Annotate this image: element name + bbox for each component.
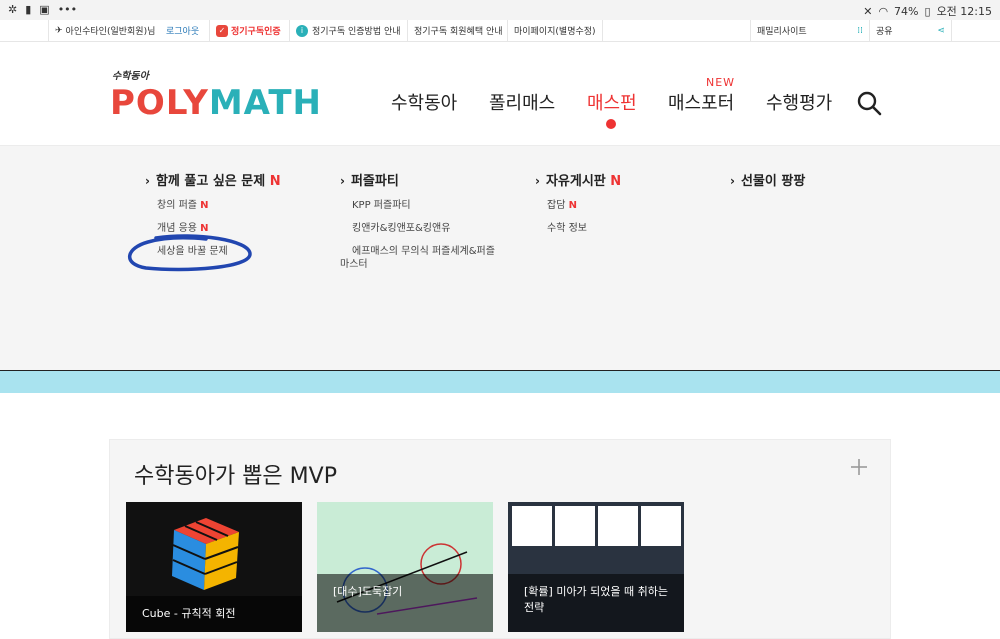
- mvp-card-caption: [확률] 미아가 되었을 때 취하는 전략: [508, 574, 684, 632]
- thumbnail-tile: [512, 506, 552, 546]
- share-button[interactable]: 공유 ⋖: [870, 20, 952, 41]
- handdrawn-circle-annotation: [128, 234, 252, 272]
- mvp-card-thief[interactable]: [대수]도둑잡기: [317, 502, 493, 632]
- wifi-icon: ◠: [878, 4, 889, 18]
- status-right: ✕ ◠ 74% ▯ 오전 12:15: [863, 3, 992, 19]
- chevron-right-icon: ›: [340, 174, 345, 188]
- polymath-logo[interactable]: POLYMATH: [110, 83, 322, 123]
- mvp-panel: 수학동아가 뽑은 MVP Cube - 규칙적 회전 [대수]도둑잡기 [확률]…: [109, 439, 891, 639]
- more-icon: •••: [57, 3, 78, 16]
- mvp-card-caption: [대수]도둑잡기: [317, 574, 493, 632]
- member-benefits-link[interactable]: 정기구독 회원혜택 안내: [408, 20, 508, 41]
- menu-item-creative-puzzle[interactable]: 창의 퍼즐 N: [145, 199, 325, 212]
- chevron-right-icon: ›: [145, 174, 150, 188]
- family-sites-dropdown[interactable]: 패밀리사이트 ⁞⁞: [750, 20, 870, 41]
- share-icon: ⋖: [937, 25, 945, 36]
- image-icon: ▣: [39, 3, 50, 16]
- menu-item-math-info[interactable]: 수학 정보: [535, 222, 715, 235]
- system-status-bar: ✲ ▮ ▣ ••• ✕ ◠ 74% ▯ 오전 12:15: [0, 0, 1000, 20]
- nav-mathfun[interactable]: 매스펀: [587, 89, 637, 115]
- nav-suhaengpyeongga[interactable]: 수행평가: [766, 89, 832, 115]
- mvp-card-probability[interactable]: [확률] 미아가 되었을 때 취하는 전략: [508, 502, 684, 632]
- plus-icon[interactable]: [850, 458, 868, 476]
- shield-check-icon: ✓: [216, 24, 228, 37]
- menu-column-gifts: › 선물이 팡팡: [730, 170, 910, 189]
- mvp-title: 수학동아가 뽑은 MVP: [134, 464, 337, 489]
- active-indicator-dot: [606, 119, 616, 129]
- site-header: 수학동아 POLYMATH 수학동아 폴리매스 매스펀 NEW 매스포터 수행평…: [0, 43, 1000, 146]
- status-left: ✲ ▮ ▣ •••: [8, 3, 77, 16]
- new-badge: NEW: [706, 76, 736, 89]
- menu-head-problems[interactable]: › 함께 풀고 싶은 문제 N: [145, 170, 325, 189]
- decorative-band: [0, 371, 1000, 393]
- chevron-right-icon: ›: [535, 174, 540, 188]
- menu-column-free-board: › 자유게시판 N 잡담 N 수학 정보: [535, 170, 715, 235]
- mvp-card-caption: Cube - 규칙적 회전: [126, 596, 302, 632]
- subscription-auth-button[interactable]: ✓ 정기구독인증: [210, 20, 290, 41]
- info-icon: i: [296, 24, 308, 37]
- nav-polymath[interactable]: 폴리매스: [489, 89, 555, 115]
- menu-item-kingenka[interactable]: 킹앤카&킹앤포&킹앤유: [340, 222, 510, 235]
- nav-mathporter[interactable]: 매스포터: [668, 89, 734, 115]
- battery-percent: 74%: [894, 4, 919, 18]
- grid-icon: ⁞⁞: [857, 25, 863, 36]
- search-icon[interactable]: [856, 90, 882, 116]
- logo-subtitle: 수학동아: [112, 71, 149, 82]
- menu-head-puzzle-party[interactable]: › 퍼즐파티: [340, 170, 510, 189]
- trash-icon: ▮: [25, 3, 32, 16]
- logout-link[interactable]: 로그아웃: [160, 20, 210, 41]
- user-icon: ✈: [55, 25, 63, 36]
- menu-head-free-board[interactable]: › 자유게시판 N: [535, 170, 715, 189]
- menu-item-kpp[interactable]: KPP 퍼즐파티: [340, 199, 510, 212]
- mute-icon: ✕: [863, 4, 873, 18]
- thumbnail-tile: [598, 506, 638, 546]
- rubik-cube-image: [172, 518, 239, 590]
- battery-icon: ▯: [924, 4, 931, 18]
- flower-icon: ✲: [8, 3, 18, 16]
- thumbnail-tile: [641, 506, 681, 546]
- menu-column-puzzle-party: › 퍼즐파티 KPP 퍼즐파티 킹앤카&킹앤포&킹앤유 에프매스의 무의식 퍼즐세…: [340, 170, 510, 271]
- menu-head-gifts[interactable]: › 선물이 팡팡: [730, 170, 910, 189]
- subscription-guide-link[interactable]: i 정기구독 인증방법 안내: [290, 20, 408, 41]
- chevron-right-icon: ›: [730, 174, 735, 188]
- mvp-card-cube[interactable]: Cube - 규칙적 회전: [126, 502, 302, 632]
- menu-item-chat[interactable]: 잡담 N: [535, 199, 715, 212]
- clock: 오전 12:15: [936, 5, 992, 18]
- mypage-link[interactable]: 마이페이지(별명수정): [508, 20, 603, 41]
- nav-suhakdonga[interactable]: 수학동아: [391, 89, 457, 115]
- thumbnail-tile: [555, 506, 595, 546]
- menu-item-fmath[interactable]: 에프매스의 무의식 퍼즐세계&퍼즐마스터: [340, 245, 500, 271]
- utility-bar: ✈ 아인수타인(일반회원)님 로그아웃 ✓ 정기구독인증 i 정기구독 인증방법…: [0, 20, 1000, 42]
